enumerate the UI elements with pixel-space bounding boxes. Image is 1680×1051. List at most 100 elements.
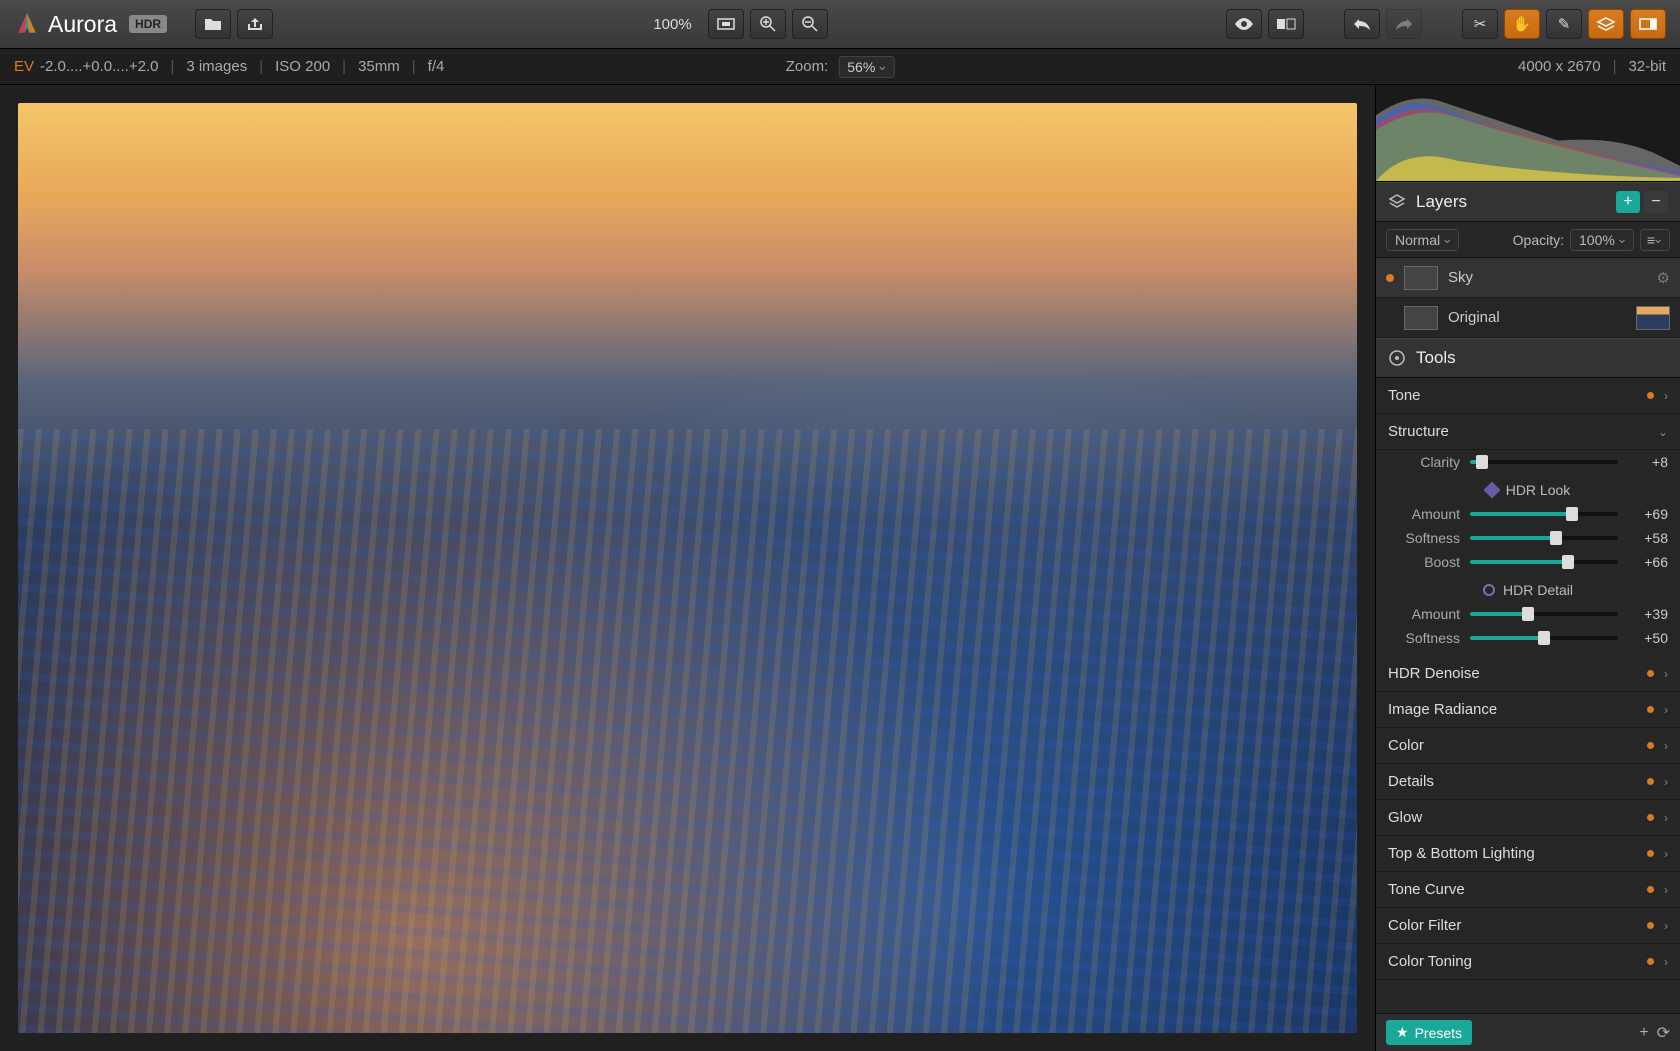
ev-label: EV xyxy=(14,58,34,75)
chevron-right-icon: › xyxy=(1664,703,1668,717)
tools-title: Tools xyxy=(1416,348,1668,368)
slider-hdrdetail-softness[interactable]: Softness +50 xyxy=(1376,626,1680,656)
chevron-right-icon: › xyxy=(1664,775,1668,789)
export-button[interactable] xyxy=(237,9,273,39)
zoom-select[interactable]: 56% xyxy=(838,56,894,78)
slider-hdrlook-boost[interactable]: Boost +66 xyxy=(1376,550,1680,574)
panel-toggle-button[interactable] xyxy=(1630,9,1666,39)
open-button[interactable] xyxy=(195,9,231,39)
opacity-select[interactable]: 100% xyxy=(1570,229,1634,251)
app-badge: HDR xyxy=(129,15,167,33)
tool-section-details[interactable]: Details› xyxy=(1376,764,1680,800)
opacity-label: Opacity: xyxy=(1513,232,1564,248)
slider-hdrlook-amount[interactable]: Amount +69 xyxy=(1376,502,1680,526)
focal-length: 35mm xyxy=(358,58,400,75)
layer-settings-icon[interactable]: ⚙ xyxy=(1657,269,1670,287)
chevron-down-icon: ⌄ xyxy=(1658,425,1668,439)
top-toolbar: Aurora HDR 100% ✂ ✋ ✎ xyxy=(0,0,1680,49)
modified-dot-icon xyxy=(1647,706,1654,713)
layer-name: Original xyxy=(1448,309,1500,326)
image-dimensions: 4000 x 2670 xyxy=(1518,58,1601,75)
layer-row-original[interactable]: Original xyxy=(1376,298,1680,338)
tool-section-color[interactable]: Color› xyxy=(1376,728,1680,764)
hdr-detail-icon xyxy=(1483,584,1495,596)
chevron-right-icon: › xyxy=(1664,955,1668,969)
undo-button[interactable] xyxy=(1344,9,1380,39)
chevron-right-icon: › xyxy=(1664,667,1668,681)
modified-dot-icon xyxy=(1647,886,1654,893)
tools-icon xyxy=(1388,349,1406,367)
layer-visible-icon[interactable] xyxy=(1386,274,1394,282)
histogram[interactable] xyxy=(1376,85,1680,182)
modified-dot-icon xyxy=(1647,742,1654,749)
zoom-label: Zoom: xyxy=(786,58,829,75)
layers-icon xyxy=(1388,193,1406,211)
bit-depth: 32-bit xyxy=(1628,58,1666,75)
layer-row-sky[interactable]: Sky ⚙ xyxy=(1376,258,1680,298)
logo-icon xyxy=(14,11,40,37)
layer-options-button[interactable]: ≡ xyxy=(1640,229,1670,251)
slider-hdrdetail-amount[interactable]: Amount +39 xyxy=(1376,602,1680,626)
right-panel: Layers + − Normal Opacity: 100% ≡ Sky ⚙ … xyxy=(1375,85,1680,1051)
slider-clarity[interactable]: Clarity +8 xyxy=(1376,450,1680,474)
info-bar: EV -2.0....+0.0....+2.0 | 3 images | ISO… xyxy=(0,49,1680,85)
chevron-right-icon: › xyxy=(1664,389,1668,403)
layers-toggle-button[interactable] xyxy=(1588,9,1624,39)
presets-button[interactable]: ★ Presets xyxy=(1386,1020,1472,1045)
chevron-right-icon: › xyxy=(1664,847,1668,861)
chevron-right-icon: › xyxy=(1664,883,1668,897)
ev-values: -2.0....+0.0....+2.0 xyxy=(40,58,158,75)
refresh-presets-button[interactable]: ⟳ xyxy=(1657,1023,1670,1043)
redo-button[interactable] xyxy=(1386,9,1422,39)
tool-section-top-bottom-lighting[interactable]: Top & Bottom Lighting› xyxy=(1376,836,1680,872)
zoom-in-button[interactable] xyxy=(750,9,786,39)
modified-dot-icon xyxy=(1647,778,1654,785)
tools-header: Tools xyxy=(1376,338,1680,378)
crop-tool-button[interactable]: ✂ xyxy=(1462,9,1498,39)
hdr-look-header: HDR Look xyxy=(1376,474,1680,502)
layer-thumb xyxy=(1404,306,1438,330)
chevron-right-icon: › xyxy=(1664,811,1668,825)
remove-layer-button[interactable]: − xyxy=(1644,191,1668,213)
layer-thumb xyxy=(1404,266,1438,290)
iso-value: ISO 200 xyxy=(275,58,330,75)
tool-section-glow[interactable]: Glow› xyxy=(1376,800,1680,836)
hand-tool-button[interactable]: ✋ xyxy=(1504,9,1540,39)
preview-button[interactable] xyxy=(1226,9,1262,39)
app-logo: Aurora HDR xyxy=(14,11,167,38)
presets-bar: ★ Presets + ⟳ xyxy=(1376,1013,1680,1051)
blend-mode-select[interactable]: Normal xyxy=(1386,229,1459,251)
modified-dot-icon xyxy=(1647,814,1654,821)
tool-section-tone[interactable]: Tone › xyxy=(1376,378,1680,414)
image-canvas[interactable] xyxy=(18,103,1357,1033)
tool-section-tone-curve[interactable]: Tone Curve› xyxy=(1376,872,1680,908)
star-icon: ★ xyxy=(1396,1024,1409,1041)
modified-dot-icon xyxy=(1647,392,1654,399)
layer-name: Sky xyxy=(1448,269,1473,286)
slider-hdrlook-softness[interactable]: Softness +58 xyxy=(1376,526,1680,550)
chevron-right-icon: › xyxy=(1664,919,1668,933)
modified-dot-icon xyxy=(1647,850,1654,857)
hdr-detail-header: HDR Detail xyxy=(1376,574,1680,602)
tool-section-color-filter[interactable]: Color Filter› xyxy=(1376,908,1680,944)
view-scale-label[interactable]: 100% xyxy=(643,16,701,33)
layers-title: Layers xyxy=(1416,192,1612,212)
layer-controls: Normal Opacity: 100% ≡ xyxy=(1376,222,1680,258)
chevron-right-icon: › xyxy=(1664,739,1668,753)
layer-preview-thumb xyxy=(1636,306,1670,330)
compare-button[interactable] xyxy=(1268,9,1304,39)
image-count: 3 images xyxy=(186,58,247,75)
app-name: Aurora xyxy=(48,11,117,38)
fit-screen-button[interactable] xyxy=(708,9,744,39)
tool-section-color-toning[interactable]: Color Toning› xyxy=(1376,944,1680,980)
brush-tool-button[interactable]: ✎ xyxy=(1546,9,1582,39)
add-preset-button[interactable]: + xyxy=(1639,1024,1648,1042)
add-layer-button[interactable]: + xyxy=(1616,191,1640,213)
canvas-area[interactable] xyxy=(0,85,1375,1051)
layers-header: Layers + − xyxy=(1376,182,1680,222)
zoom-out-button[interactable] xyxy=(792,9,828,39)
tool-section-image-radiance[interactable]: Image Radiance› xyxy=(1376,692,1680,728)
modified-dot-icon xyxy=(1647,670,1654,677)
tool-section-hdr-denoise[interactable]: HDR Denoise› xyxy=(1376,656,1680,692)
tool-section-structure[interactable]: Structure ⌄ xyxy=(1376,414,1680,450)
